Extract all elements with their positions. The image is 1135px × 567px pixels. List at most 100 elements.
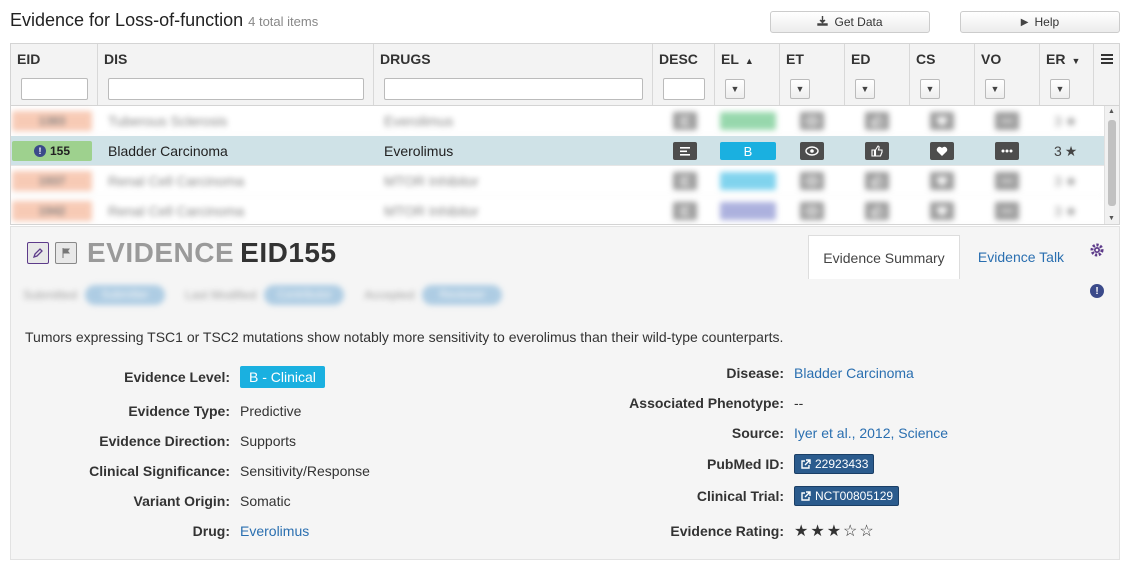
- field-source: Source: Iyer et al., 2012, Science: [571, 421, 1111, 445]
- help-button[interactable]: ▶ Help: [960, 11, 1120, 33]
- filter-select-et[interactable]: ▼: [790, 79, 810, 99]
- page-title: Evidence for Loss-of-function: [10, 10, 244, 30]
- grid-header: EID DIS DRUGS DESC EL ▲ ▼ ET ▼ ED ▼ CS ▼ VO ▼ ER ▼ ▼: [11, 44, 1119, 106]
- filter-input-eid[interactable]: [21, 78, 88, 100]
- column-header-cs[interactable]: CS ▼: [910, 44, 975, 105]
- external-link-icon: [801, 458, 811, 469]
- help-label: Help: [1034, 15, 1060, 29]
- heart-icon: [930, 202, 954, 220]
- chevron-down-icon: ▼: [990, 84, 1000, 94]
- sort-icon[interactable]: ▲: [745, 56, 754, 66]
- edit-button[interactable]: [27, 242, 49, 264]
- filter-input-desc[interactable]: [663, 78, 705, 100]
- rating-value: 3: [1054, 113, 1062, 129]
- column-header-dis[interactable]: DIS: [98, 44, 374, 105]
- meta-user-pill[interactable]: Contributor: [264, 285, 345, 305]
- description-icon: [673, 202, 697, 220]
- sort-icon[interactable]: ▼: [1071, 56, 1080, 66]
- eid-badge[interactable]: 1942: [12, 201, 92, 221]
- table-row[interactable]: 1942 Renal Cell Carcinoma MTOR Inhibitor 3 ★: [11, 196, 1104, 224]
- eid-badge[interactable]: 1937: [12, 171, 92, 191]
- column-header-eid[interactable]: EID: [11, 44, 98, 105]
- flag-button[interactable]: [55, 242, 77, 264]
- eid-badge[interactable]: 1383: [12, 111, 92, 131]
- filter-input-dis[interactable]: [108, 78, 364, 100]
- heart-icon: [930, 112, 954, 130]
- heart-icon: [930, 172, 954, 190]
- grid-menu-button[interactable]: [1093, 44, 1119, 74]
- pubmed-id: 22923433: [815, 457, 869, 471]
- evidence-level-badge: [720, 202, 776, 220]
- meta-user-pill[interactable]: Reviewer: [422, 285, 503, 305]
- column-label-er: ER ▼: [1046, 51, 1081, 67]
- grid-scrollbar[interactable]: ▲ ▼: [1104, 106, 1119, 224]
- column-label-dis: DIS: [104, 51, 128, 67]
- evidence-level-badge: B: [720, 142, 776, 160]
- column-header-et[interactable]: ET ▼: [780, 44, 845, 105]
- field-drug: Drug: Everolimus: [11, 519, 571, 543]
- star-filled-icon: ★: [794, 523, 811, 540]
- cell-dis: Bladder Carcinoma: [108, 143, 228, 159]
- star-icon: ★: [1064, 142, 1078, 159]
- chevron-down-icon: ▼: [795, 84, 805, 94]
- tab-evidence-summary[interactable]: Evidence Summary: [808, 235, 960, 279]
- evidence-title-label: EVIDENCE: [87, 237, 235, 268]
- meta-item: Submitted Submitter: [23, 285, 166, 305]
- field-variant-origin: Variant Origin: Somatic: [11, 489, 571, 513]
- eid-value: 1383: [38, 114, 66, 128]
- table-row[interactable]: ! 155 Bladder Carcinoma Everolimus B 3 ★: [11, 136, 1104, 166]
- page-header: Evidence for Loss-of-function 4 total it…: [10, 10, 318, 36]
- drug-link[interactable]: Everolimus: [240, 523, 309, 539]
- column-header-desc[interactable]: DESC: [653, 44, 715, 105]
- column-header-drugs[interactable]: DRUGS: [374, 44, 653, 105]
- evidence-level-badge: [720, 172, 776, 190]
- meta-label: Submitted: [23, 288, 78, 302]
- filter-select-el[interactable]: ▼: [725, 79, 745, 99]
- source-link[interactable]: Iyer et al., 2012, Science: [794, 425, 948, 441]
- table-row[interactable]: 1937 Renal Cell Carcinoma MTOR Inhibitor 3 ★: [11, 166, 1104, 196]
- filter-select-ed[interactable]: ▼: [855, 79, 875, 99]
- phenotype-label: Associated Phenotype:: [629, 395, 784, 411]
- description-icon: [673, 112, 697, 130]
- scroll-thumb[interactable]: [1108, 120, 1116, 206]
- eye-icon: [800, 202, 824, 220]
- field-clinical-significance: Clinical Significance: Sensitivity/Respo…: [11, 459, 571, 483]
- column-label-el: EL ▲: [721, 51, 754, 67]
- field-phenotype: Associated Phenotype: --: [571, 391, 1111, 415]
- pubmed-link[interactable]: 22923433: [794, 454, 875, 474]
- eid-badge[interactable]: ! 155: [12, 141, 92, 161]
- clinical-trial-link[interactable]: NCT00805129: [794, 486, 900, 506]
- eid-value: 155: [49, 144, 71, 158]
- cell-eid: ! 155: [11, 136, 98, 166]
- clinical-significance-value: Sensitivity/Response: [240, 463, 370, 479]
- scroll-down-icon[interactable]: ▼: [1108, 215, 1115, 222]
- clinical-trial-id: NCT00805129: [815, 489, 894, 503]
- chevron-down-icon: ▼: [860, 84, 870, 94]
- column-label-eid: EID: [17, 51, 41, 67]
- cell-dis: Tuberous Sclerosis: [108, 113, 228, 129]
- filter-select-cs[interactable]: ▼: [920, 79, 940, 99]
- eye-icon: [800, 112, 824, 130]
- column-header-er[interactable]: ER ▼ ▼: [1040, 44, 1094, 105]
- filter-select-er[interactable]: ▼: [1050, 79, 1070, 99]
- gear-icon[interactable]: [1089, 242, 1107, 260]
- filter-input-drugs[interactable]: [384, 78, 643, 100]
- info-icon[interactable]: !: [1090, 284, 1104, 298]
- evidence-level-badge[interactable]: B - Clinical: [240, 366, 325, 388]
- filter-select-vo[interactable]: ▼: [985, 79, 1005, 99]
- evidence-type-value: Predictive: [240, 403, 302, 419]
- column-header-el[interactable]: EL ▲ ▼: [715, 44, 780, 105]
- column-header-vo[interactable]: VO ▼: [975, 44, 1040, 105]
- tab-evidence-talk[interactable]: Evidence Talk: [971, 235, 1071, 279]
- meta-user-pill[interactable]: Submitter: [85, 285, 166, 305]
- variant-origin-label: Variant Origin:: [133, 493, 230, 509]
- table-row[interactable]: 1383 Tuberous Sclerosis Everolimus 3 ★: [11, 106, 1104, 136]
- column-header-ed[interactable]: ED ▼: [845, 44, 910, 105]
- meta-item: Accepted Reviewer: [364, 285, 503, 305]
- get-data-button[interactable]: Get Data: [770, 11, 930, 33]
- rating-value: 3: [1054, 143, 1062, 159]
- column-label-drugs: DRUGS: [380, 51, 431, 67]
- scroll-up-icon[interactable]: ▲: [1108, 108, 1115, 115]
- disease-link[interactable]: Bladder Carcinoma: [794, 365, 914, 381]
- alert-icon: !: [33, 145, 46, 157]
